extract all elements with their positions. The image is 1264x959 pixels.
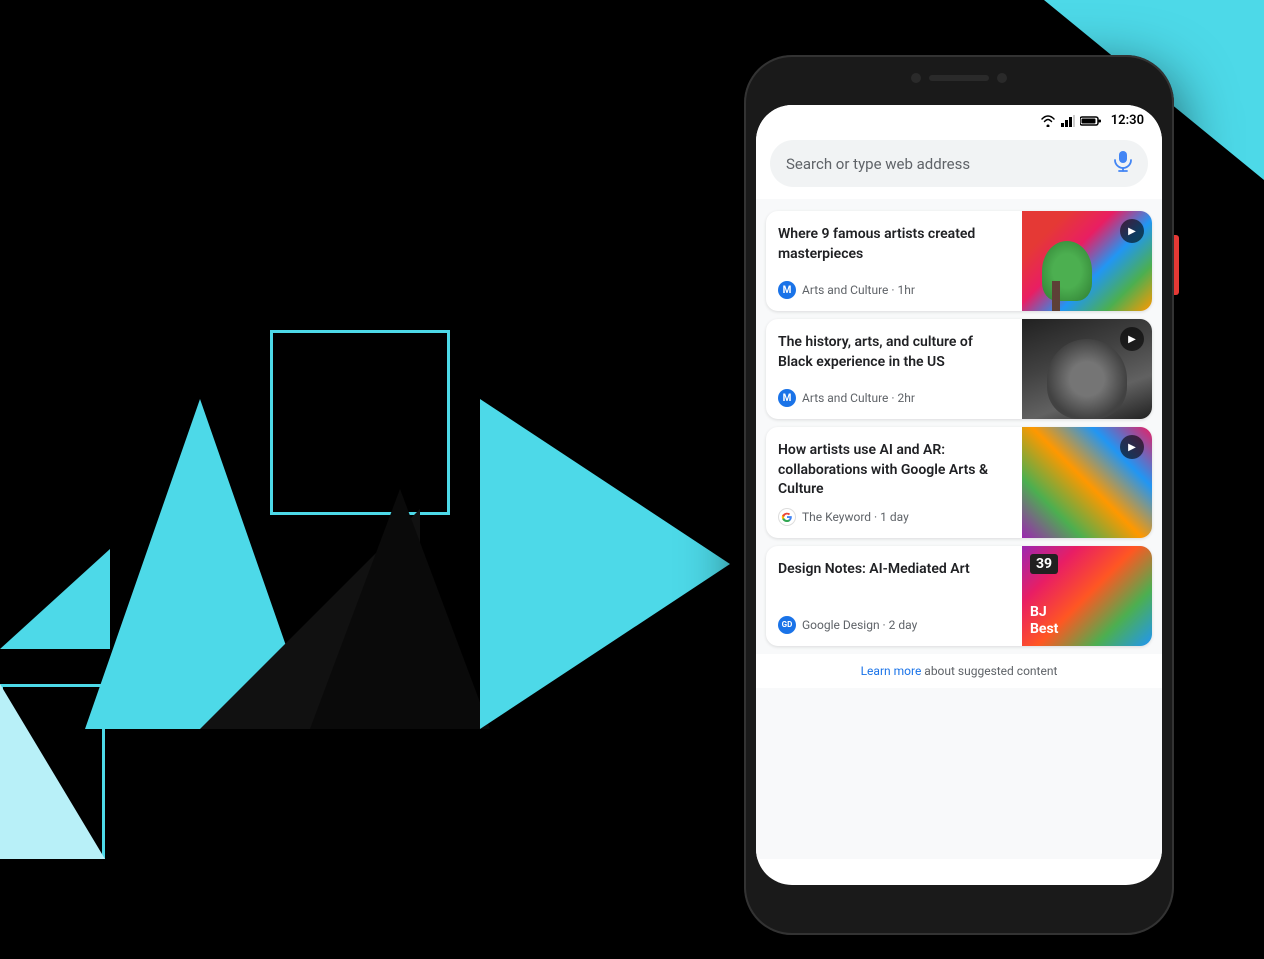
search-bar-container[interactable]: Search or type web address [756,132,1162,199]
feed-card-2[interactable]: The history, arts, and culture of Black … [766,319,1152,419]
speaker-bar [929,75,989,81]
cyan-triangle-mid-left [0,449,110,649]
card-4-content: Design Notes: AI-Mediated Art GD Google … [766,546,1022,646]
card-2-image: ▶ [1022,319,1152,419]
card-1-title: Where 9 famous artists created masterpie… [778,225,1010,273]
outline-rectangle-mid [270,330,450,515]
card-2-title: The history, arts, and culture of Black … [778,333,1010,381]
search-placeholder: Search or type web address [786,155,1104,173]
phone-wrapper: 12:30 Search or type web address [744,55,1174,935]
phone-body: 12:30 Search or type web address [744,55,1174,935]
camera-dot-2 [997,73,1007,83]
dark-triangle-left [200,509,420,729]
signal-icon [1061,115,1075,127]
outline-rectangle-bottom-left [0,684,105,859]
feed-card-1[interactable]: Where 9 famous artists created masterpie… [766,211,1152,311]
card-1-source: M Arts and Culture · 1hr [778,281,1010,299]
battery-icon [1080,115,1102,127]
phone-screen: 12:30 Search or type web address [756,105,1162,885]
feed-card-4[interactable]: Design Notes: AI-Mediated Art GD Google … [766,546,1152,646]
card-2-source: M Arts and Culture · 2hr [778,389,1010,407]
feed-footer: Learn more about suggested content [756,654,1162,688]
status-time: 12:30 [1111,113,1144,128]
card-3-content: How artists use AI and AR: collaboration… [766,427,1022,538]
card-4-badge-text: BJ Best [1030,604,1058,638]
cyan-triangle-bottom-right [480,399,730,729]
status-icons: 12:30 [1040,113,1144,128]
side-button [1174,235,1179,295]
card-3-title: How artists use AI and AR: collaboration… [778,441,1010,500]
card-4-source: GD Google Design · 2 day [778,616,1010,634]
wifi-icon [1040,115,1056,127]
status-bar: 12:30 [756,105,1162,132]
card-3-source-icon [778,508,796,526]
card-2-content: The history, arts, and culture of Black … [766,319,1022,419]
card-1-image: ▶ [1022,211,1152,311]
card-1-content: Where 9 famous artists created masterpie… [766,211,1022,311]
feed-area[interactable]: Where 9 famous artists created masterpie… [756,199,1162,859]
mic-icon[interactable] [1114,150,1132,177]
card-2-play-button[interactable]: ▶ [1120,327,1144,351]
cyan-triangle-large-left [85,399,315,729]
card-1-play-button[interactable]: ▶ [1120,219,1144,243]
learn-more-link[interactable]: Learn more [861,664,922,678]
card-3-play-button[interactable]: ▶ [1120,435,1144,459]
camera-dot [911,73,921,83]
feed-card-3[interactable]: How artists use AI and AR: collaboration… [766,427,1152,538]
phone-notch [911,73,1007,83]
card-4-episode-badge: 39 [1030,554,1058,574]
card-4-image: 39 BJ Best [1022,546,1152,646]
card-3-image: ▶ [1022,427,1152,538]
footer-text: about suggested content [921,664,1057,678]
cyan-fill-bottom-left [0,684,105,859]
search-bar[interactable]: Search or type web address [770,140,1148,187]
card-4-title: Design Notes: AI-Mediated Art [778,560,1010,608]
card-2-source-icon: M [778,389,796,407]
card-1-source-icon: M [778,281,796,299]
card-4-source-label: Google Design · 2 day [802,618,917,632]
card-3-source: The Keyword · 1 day [778,508,1010,526]
card-2-source-label: Arts and Culture · 2hr [802,391,915,405]
card-1-source-label: Arts and Culture · 1hr [802,283,915,297]
dark-triangle-mid [310,489,490,729]
card-4-source-icon: GD [778,616,796,634]
card-3-source-label: The Keyword · 1 day [802,510,909,524]
